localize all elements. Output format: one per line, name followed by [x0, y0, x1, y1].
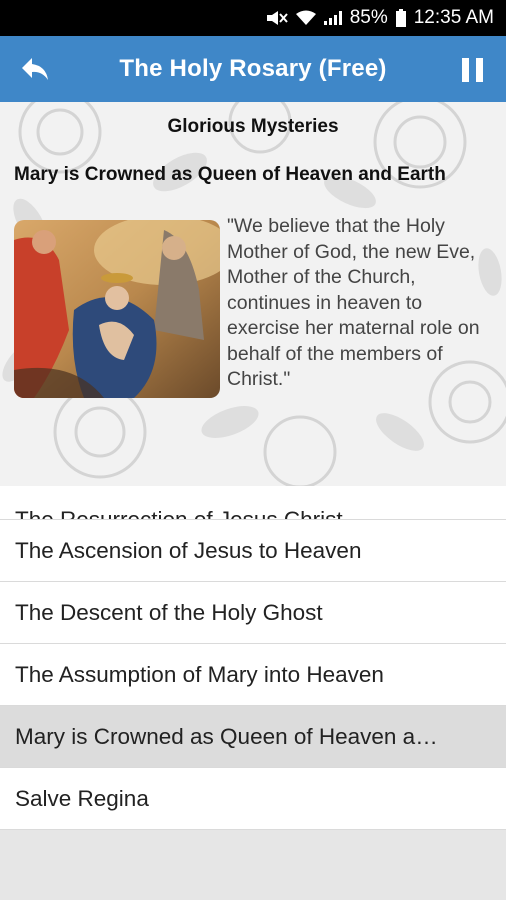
list-item[interactable]: The Ascension of Jesus to Heaven — [0, 520, 506, 582]
list-item-label: Salve Regina — [15, 785, 149, 811]
list-item-label: The Descent of the Holy Ghost — [15, 599, 323, 625]
list-item-label: The Assumption of Mary into Heaven — [15, 661, 384, 687]
clock: 12:35 AM — [413, 7, 494, 28]
list-item[interactable]: The Assumption of Mary into Heaven — [0, 644, 506, 706]
mystery-list: The Resurrection of Jesus Christ The Asc… — [0, 486, 506, 830]
list-item-label: The Resurrection of Jesus Christ — [15, 507, 343, 520]
mute-icon — [266, 11, 288, 25]
mystery-quote: "We believe that the Holy Mother of God,… — [227, 215, 480, 390]
battery-percent: 85% — [349, 7, 388, 28]
status-bar: 85% 12:35 AM — [0, 0, 506, 36]
back-arrow-icon[interactable] — [20, 56, 50, 82]
signal-icon — [323, 11, 342, 25]
mystery-header: Glorious Mysteries Mary is Crowned as Qu… — [0, 102, 506, 486]
list-item-label: Mary is Crowned as Queen of Heaven a… — [15, 723, 438, 749]
wifi-icon — [295, 10, 316, 25]
mystery-set-title: Glorious Mysteries — [167, 116, 339, 137]
battery-icon — [395, 9, 406, 27]
list-item[interactable]: The Descent of the Holy Ghost — [0, 582, 506, 644]
coronation-painting — [14, 220, 220, 398]
pause-icon[interactable] — [462, 58, 484, 82]
page-title: The Holy Rosary (Free) — [119, 55, 387, 82]
list-item[interactable]: Salve Regina — [0, 768, 506, 830]
list-item-label: The Ascension of Jesus to Heaven — [15, 537, 362, 563]
app-bar: The Holy Rosary (Free) — [0, 36, 506, 102]
list-item[interactable]: The Resurrection of Jesus Christ — [0, 486, 506, 520]
list-item-selected[interactable]: Mary is Crowned as Queen of Heaven a… — [0, 706, 506, 768]
mystery-name: Mary is Crowned as Queen of Heaven and E… — [14, 164, 446, 185]
